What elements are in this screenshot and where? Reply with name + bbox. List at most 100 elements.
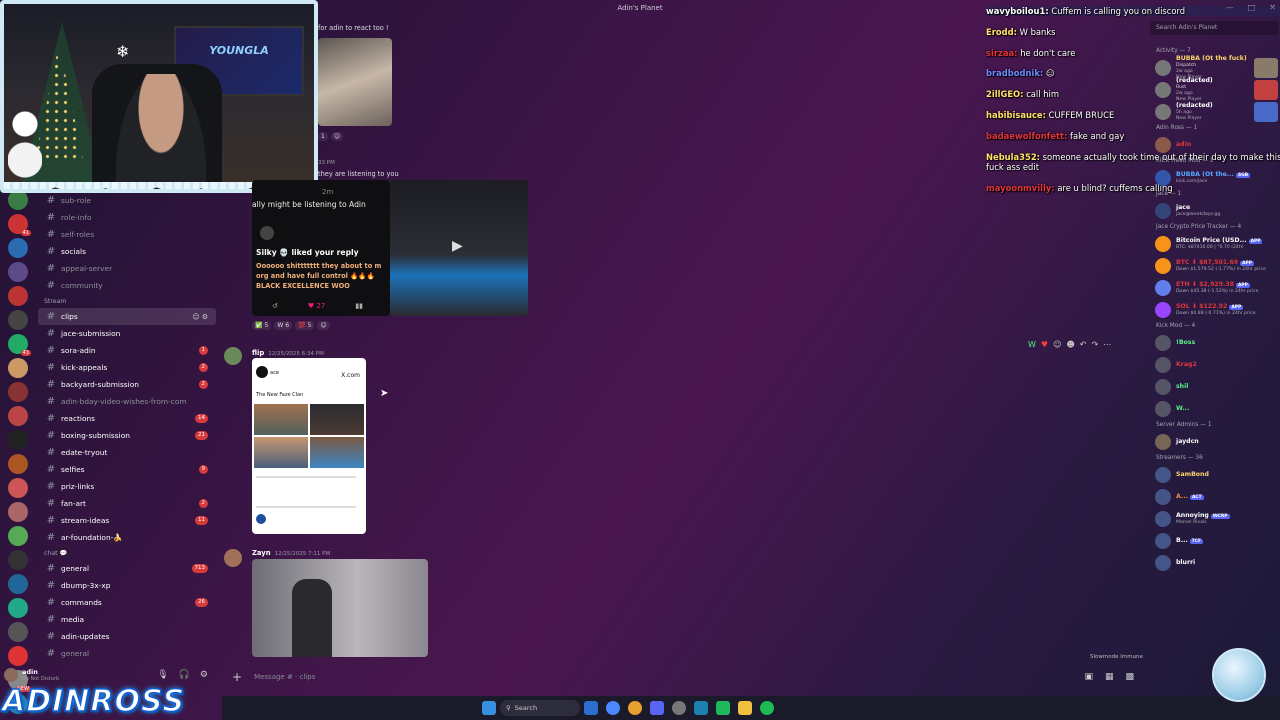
server-icon[interactable] [8,406,28,426]
taskbar-search[interactable]: ⚲ Search [500,700,580,716]
folder-icon[interactable] [738,701,752,715]
member-row[interactable]: SamBond [1148,464,1280,486]
channel-edate-tryout[interactable]: ›#edate-tryout [38,444,216,461]
reaction-pill[interactable]: 💯 5 [295,321,315,330]
server-icon[interactable] [8,598,28,618]
channel-category[interactable]: Stream [38,294,216,308]
message-input[interactable]: Message # · clips [254,673,315,681]
server-icon[interactable] [8,286,28,306]
member-row[interactable]: SOL ⬇ $122.92 APP Down $0.88 (-0.71%) in 2… [1148,299,1280,321]
sticker-icon[interactable]: ▩ [1125,672,1134,682]
channel-general[interactable]: ›#general713 [38,560,216,577]
w-reaction-icon[interactable]: W [1028,340,1036,349]
message-composer[interactable]: + Message # · clips ▣ ▦ ▩ [222,666,1142,688]
app-icon[interactable] [672,701,686,715]
channel-commands[interactable]: ›#commands26 [38,594,216,611]
server-icon[interactable] [8,478,28,498]
channel-fan-art[interactable]: ›#fan-art2 [38,495,216,512]
channel-backyard-submission[interactable]: ›#backyard-submission2 [38,376,216,393]
screenshot-post[interactable]: ace X.com The New Faze Clan [252,358,366,534]
member-row[interactable]: jace jace@weekdays.gg [1148,200,1280,222]
chrome-icon[interactable] [628,701,642,715]
member-row[interactable]: B... TCF [1148,530,1280,552]
like-icon[interactable]: ♥ 27 [308,302,325,310]
channel-priz-links[interactable]: ›#priz-links [38,478,216,495]
channel-adin-bday-video-wishes-from-com[interactable]: ›#adin-bday-video-wishes-from-com [38,393,216,410]
channel-reactions[interactable]: ›#reactions14 [38,410,216,427]
member-row[interactable]: ETH ⬇ $2,929.38 APP Down $45.38 (-1.53%) i… [1148,277,1280,299]
channel-settings-icon[interactable]: ☺ ⚙ [192,313,208,321]
spotify-icon[interactable] [760,701,774,715]
server-icon[interactable] [8,310,28,330]
channel-boxing-submission[interactable]: ›#boxing-submission21 [38,427,216,444]
member-row[interactable]: Annoying WCRP Marvel Rivals [1148,508,1280,530]
server-icon[interactable] [8,358,28,378]
video-thumbnail[interactable] [252,559,428,657]
server-icon[interactable] [8,646,28,666]
channel-media[interactable]: ›#media [38,611,216,628]
channel-clips[interactable]: ›#clips☺ ⚙ [38,308,216,325]
edge-icon[interactable] [606,701,620,715]
discord-icon[interactable] [650,701,664,715]
reaction-pill[interactable]: ✅ 5 [252,321,272,330]
server-icon[interactable] [8,502,28,522]
add-attachment-icon[interactable]: + [232,670,242,684]
server-icon[interactable] [8,430,28,450]
member-row[interactable]: !Boss [1148,332,1280,354]
channel-general[interactable]: ›#general [38,645,216,662]
member-row[interactable]: BUBBA (Ot the fuck) Dispatch 2w ago New Pla… [1148,55,1280,80]
reaction-pill[interactable]: W6 [274,321,293,330]
server-icon[interactable] [8,574,28,594]
channel-jace-submission[interactable]: ›#jace-submission [38,325,216,342]
member-row[interactable]: W... [1148,398,1280,420]
mic-icon[interactable]: 🎙 [157,670,168,680]
channel-category[interactable]: chat 💬 [38,546,216,560]
gif-icon[interactable]: ▦ [1105,672,1114,682]
server-icon[interactable] [8,454,28,474]
more-icon[interactable]: ⋯ [1103,340,1111,349]
retweet-icon[interactable]: ↺ [272,302,278,310]
member-row[interactable]: BUBBA (Ot the... SGB kick.com/jace [1148,167,1280,189]
server-icon[interactable] [8,382,28,402]
video-thumbnail[interactable]: ▶ [390,180,528,316]
channel-community[interactable]: ›#community [38,277,216,294]
member-row[interactable]: blurri [1148,552,1280,574]
channel-socials[interactable]: ›#socials [38,243,216,260]
server-icon[interactable] [8,550,28,570]
channel-adin-updates[interactable]: ›#adin-updates [38,628,216,645]
tweet-embed[interactable]: 2m ally might be listening to Adin Silky… [252,180,390,316]
avatar[interactable] [4,668,18,682]
server-icon[interactable] [8,262,28,282]
channel-kick-appeals[interactable]: ›#kick-appeals2 [38,359,216,376]
server-icon[interactable] [8,238,28,258]
channel-self-roles[interactable]: ›#self-roles [38,226,216,243]
gift-icon[interactable]: ▣ [1084,672,1093,682]
avatar[interactable] [224,549,242,567]
server-icon[interactable]: 41 [8,214,31,236]
emoji-icon[interactable]: ☺ [1053,340,1061,349]
member-row[interactable]: Krag2 [1148,354,1280,376]
channel-stream-ideas[interactable]: ›#stream-ideas11 [38,512,216,529]
member-row[interactable]: jaydcn [1148,431,1280,453]
views-icon[interactable]: ▮▮ [355,302,363,310]
server-icon[interactable] [8,526,28,546]
member-row[interactable]: A... ACT [1148,486,1280,508]
forward-icon[interactable]: ↷ [1091,340,1098,349]
search-input[interactable]: Search Adin's Planet [1150,21,1278,35]
app-icon[interactable] [584,701,598,715]
member-row[interactable]: shil [1148,376,1280,398]
channel-sub-role[interactable]: ›#sub-role [38,192,216,209]
reaction-pill[interactable]: 1 [318,132,328,141]
message-image[interactable] [318,38,392,126]
channel-ar-foundation-[interactable]: ›#ar-foundation-🍌 [38,529,216,546]
author-name[interactable]: Zayn [252,549,271,557]
member-row[interactable]: Bitcoin Price (USD... APP BTC: $87410.00 |… [1148,233,1280,255]
play-icon[interactable]: ▶ [452,238,463,254]
headphones-icon[interactable]: 🎧 [179,670,190,680]
channel-appeal-server[interactable]: ›#appeal-server [38,260,216,277]
author-name[interactable]: flip [252,349,264,357]
windows-start-icon[interactable] [482,701,496,715]
channel-sora-adin[interactable]: ›#sora-adin1 [38,342,216,359]
heart-icon[interactable]: ♥ [1041,340,1048,349]
app-icon[interactable] [716,701,730,715]
